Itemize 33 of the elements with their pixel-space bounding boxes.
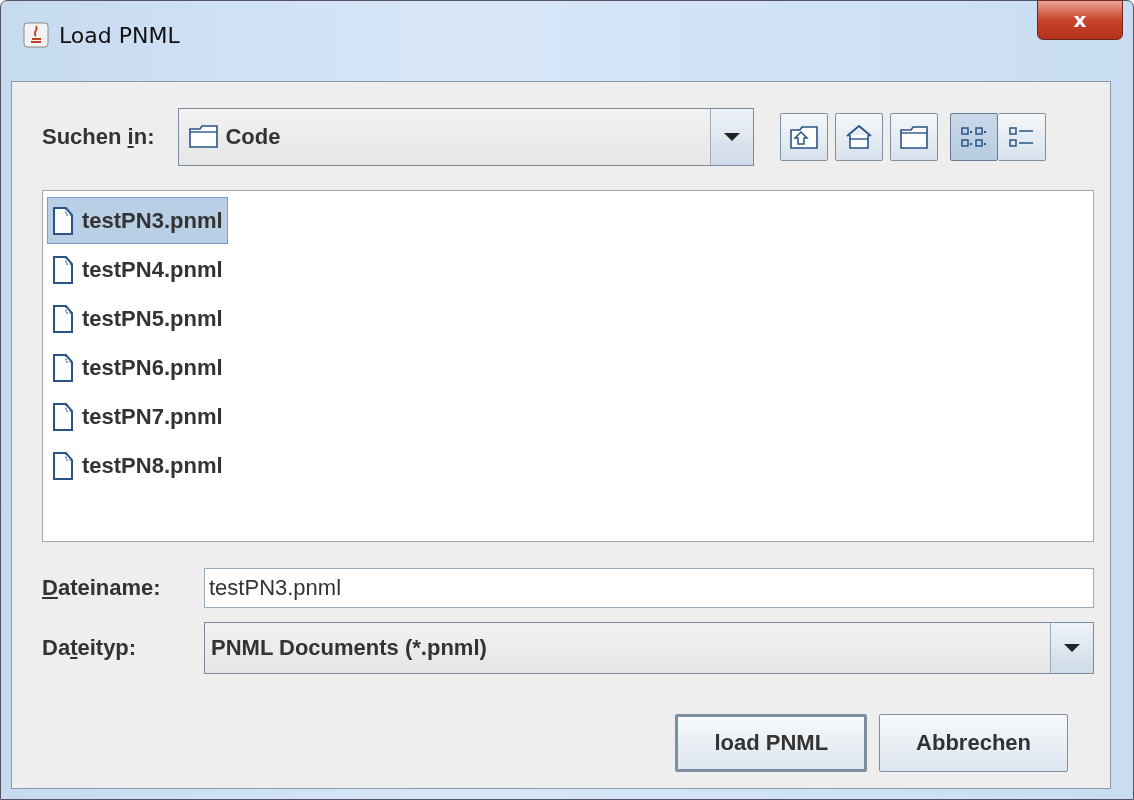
file-name-field[interactable]: testPN3.pnml xyxy=(204,568,1094,608)
file-type-label: Dateityp: xyxy=(42,635,138,661)
app-icon xyxy=(23,22,49,48)
file-item[interactable]: testPN7.pnml xyxy=(47,393,228,440)
look-in-label: Suchen in: xyxy=(42,124,155,150)
details-view-button[interactable] xyxy=(998,113,1047,161)
dropdown-arrow-icon xyxy=(723,132,742,142)
file-item[interactable]: testPN3.pnml xyxy=(47,197,228,244)
dropdown-arrow-icon xyxy=(1063,643,1081,653)
file-icon xyxy=(52,254,74,285)
file-icon xyxy=(52,205,74,236)
file-item[interactable]: testPN8.pnml xyxy=(47,442,228,489)
window-title: Load PNML xyxy=(59,22,180,48)
file-item[interactable]: testPN6.pnml xyxy=(47,344,228,391)
list-view-button[interactable] xyxy=(950,113,999,161)
folder-up-icon xyxy=(789,124,820,150)
file-item[interactable]: testPN5.pnml xyxy=(47,295,228,342)
file-icon xyxy=(52,352,74,383)
file-item[interactable]: testPN4.pnml xyxy=(47,246,228,293)
load-button[interactable]: load PNML xyxy=(675,714,868,772)
file-name-label: Dateiname: xyxy=(42,575,162,601)
cancel-button[interactable]: Abbrechen xyxy=(879,714,1068,772)
folder-button[interactable] xyxy=(890,113,939,161)
folder-icon xyxy=(899,124,930,150)
file-icon xyxy=(52,401,74,432)
home-button[interactable] xyxy=(835,113,884,161)
file-icon xyxy=(52,450,74,481)
file-type-dropdown[interactable]: PNML Documents (*.pnml) xyxy=(204,622,1094,674)
folder-up-button[interactable] xyxy=(780,113,829,161)
file-icon xyxy=(52,303,74,334)
folder-icon xyxy=(189,125,220,149)
close-button[interactable]: x xyxy=(1037,0,1123,40)
look-in-dropdown[interactable]: Code xyxy=(178,108,755,166)
